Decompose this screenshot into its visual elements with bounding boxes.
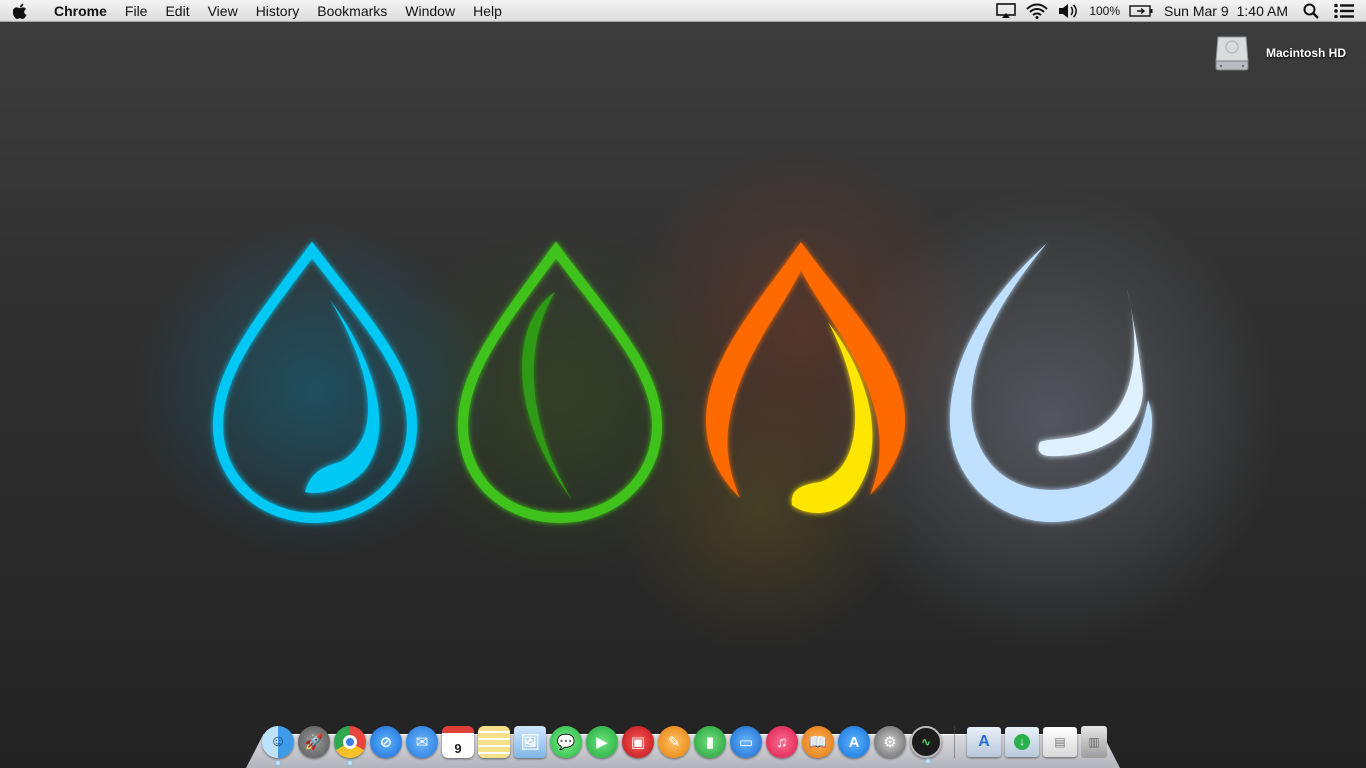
- dock-facetime-icon[interactable]: ▶: [586, 726, 618, 758]
- water-drop-graphic: [212, 241, 418, 524]
- airplay-icon[interactable]: [991, 0, 1021, 22]
- dock-app-store-icon[interactable]: A: [838, 726, 870, 758]
- calendar-day: 9: [454, 741, 462, 756]
- dock-applications-stack-icon[interactable]: A: [967, 727, 1001, 757]
- dock-icons: ☺ 🚀 ⊘ ✉ 9 🖼 💬 ▶ ▣ ✎ ▮ ▭ ♫ 📖 A ⚙ ∿ A ↓ ▤ …: [262, 725, 1107, 765]
- dock-launchpad-icon[interactable]: 🚀: [298, 726, 330, 758]
- app-menu-chrome[interactable]: Chrome: [40, 0, 116, 22]
- menu-bookmarks[interactable]: Bookmarks: [308, 0, 396, 22]
- status-area: 100% Sun Mar 9 1:40 AM: [991, 0, 1366, 22]
- menu-help[interactable]: Help: [464, 0, 511, 22]
- hard-drive-icon: [1215, 36, 1249, 71]
- dock-separator: [954, 726, 955, 758]
- dock-system-preferences-icon[interactable]: ⚙: [874, 726, 906, 758]
- dock-numbers-icon[interactable]: ▮: [694, 726, 726, 758]
- volume-icon[interactable]: [1053, 0, 1083, 22]
- dock-calendar-icon[interactable]: 9: [442, 726, 474, 758]
- air-drop-graphic: [950, 243, 1152, 522]
- clock-time[interactable]: 1:40 AM: [1235, 3, 1298, 19]
- earth-drop-graphic: [457, 241, 663, 524]
- menu-history[interactable]: History: [247, 0, 309, 22]
- running-indicator: [926, 759, 930, 763]
- battery-percentage: 100%: [1089, 4, 1121, 18]
- apple-menu-icon[interactable]: [0, 0, 40, 22]
- dock-itunes-icon[interactable]: ♫: [766, 726, 798, 758]
- dock: ☺ 🚀 ⊘ ✉ 9 🖼 💬 ▶ ▣ ✎ ▮ ▭ ♫ 📖 A ⚙ ∿ A ↓ ▤ …: [246, 723, 1120, 768]
- dock-keynote-icon[interactable]: ▭: [730, 726, 762, 758]
- dock-notes-icon[interactable]: [478, 726, 510, 758]
- macintosh-hd-label: Macintosh HD: [1266, 46, 1347, 60]
- running-indicator: [276, 761, 280, 765]
- menu-view[interactable]: View: [199, 0, 247, 22]
- desktop-wallpaper: [0, 0, 1366, 768]
- dock-activity-monitor-icon[interactable]: ∿: [910, 726, 942, 763]
- dock-finder-icon[interactable]: ☺: [262, 726, 294, 765]
- dock-photo-booth-icon[interactable]: ▣: [622, 726, 654, 758]
- wifi-icon[interactable]: [1021, 0, 1053, 22]
- clock-date[interactable]: Sun Mar 9: [1158, 3, 1235, 19]
- dock-documents-stack-icon[interactable]: ▤: [1043, 727, 1077, 757]
- menu-file[interactable]: File: [116, 0, 157, 22]
- dock-mail-icon[interactable]: ✉: [406, 726, 438, 758]
- dock-messages-icon[interactable]: 💬: [550, 726, 582, 758]
- menu-edit[interactable]: Edit: [156, 0, 198, 22]
- dock-preview-icon[interactable]: 🖼: [514, 726, 546, 758]
- dock-ibooks-icon[interactable]: 📖: [802, 726, 834, 758]
- menu-window[interactable]: Window: [396, 0, 464, 22]
- macintosh-hd-desktop-icon[interactable]: Macintosh HD: [1212, 30, 1362, 76]
- wallpaper-drops: [212, 241, 1152, 524]
- dock-safari-icon[interactable]: ⊘: [370, 726, 402, 758]
- dock-chrome-icon[interactable]: [334, 726, 366, 765]
- dock-trash-icon[interactable]: ▥: [1081, 726, 1107, 758]
- battery-icon[interactable]: [1124, 0, 1158, 22]
- dock-pages-icon[interactable]: ✎: [658, 726, 690, 758]
- dock-downloads-stack-icon[interactable]: ↓: [1005, 727, 1039, 757]
- menu-bar: Chrome File Edit View History Bookmarks …: [0, 0, 1366, 22]
- notification-center-icon[interactable]: [1324, 0, 1366, 22]
- spotlight-search-icon[interactable]: [1298, 0, 1324, 22]
- running-indicator: [348, 761, 352, 765]
- fire-drop-graphic: [706, 242, 905, 514]
